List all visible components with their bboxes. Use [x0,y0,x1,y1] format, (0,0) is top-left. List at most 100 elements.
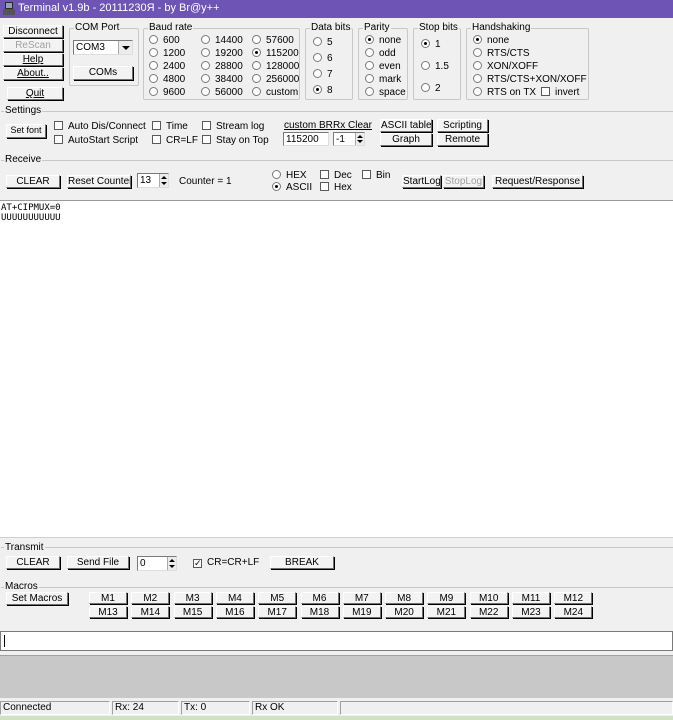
stop-bits-1-radio[interactable]: 1 [421,38,441,50]
macro-m22-button[interactable]: M22 [469,606,508,618]
checkbox-box[interactable] [362,170,371,179]
macro-m1-button[interactable]: M1 [89,592,127,604]
baud-custom-radio[interactable]: custom [252,86,298,98]
coms-button[interactable]: COMs [73,66,133,80]
radio-circle[interactable] [421,83,430,92]
radio-circle[interactable] [201,74,210,83]
handshaking-rts-cts-xon-xoff-radio[interactable]: RTS/CTS+XON/XOFF [473,73,587,85]
radio-circle[interactable] [201,87,210,96]
radio-circle[interactable] [149,61,158,70]
checkbox-box[interactable] [54,135,63,144]
radio-circle[interactable] [149,48,158,57]
handshaking-xon-xoff-radio[interactable]: XON/XOFF [473,60,538,72]
macro-m11-button[interactable]: M11 [512,592,550,604]
request-response-button[interactable]: Request/Response [492,175,583,188]
macro-m15-button[interactable]: M15 [173,606,212,618]
hex-checkbox[interactable]: Hex [320,181,352,193]
radio-circle[interactable] [365,61,374,70]
checkbox-box[interactable] [152,135,161,144]
data-bits-8-radio[interactable]: 8 [313,84,333,96]
parity-space-radio[interactable]: space [365,86,406,98]
baud-19200-radio[interactable]: 19200 [201,47,243,59]
radio-circle[interactable] [313,69,322,78]
data-bits-5-radio[interactable]: 5 [313,36,333,48]
macro-m14-button[interactable]: M14 [131,606,170,618]
macro-m18-button[interactable]: M18 [300,606,339,618]
handshaking-rts-cts-radio[interactable]: RTS/CTS [473,47,530,59]
macro-m16-button[interactable]: M16 [215,606,254,618]
checkbox-box[interactable] [54,121,63,130]
baud-9600-radio[interactable]: 9600 [149,86,185,98]
macro-m10-button[interactable]: M10 [469,592,508,604]
check-icon[interactable]: ✓ [193,559,202,568]
stoplog-button[interactable]: StopLog [443,175,484,188]
reset-counter-button[interactable]: Reset Counter [67,175,131,188]
autostart-script-checkbox[interactable]: AutoStart Script [54,134,138,146]
macro-m13-button[interactable]: M13 [89,606,127,618]
radio-circle[interactable] [473,87,482,96]
auto-dis-connect-checkbox[interactable]: Auto Dis/Connect [54,120,146,132]
baud-600-radio[interactable]: 600 [149,34,180,46]
invert-checkbox[interactable]: invert [541,86,579,98]
macro-m6-button[interactable]: M6 [300,592,339,604]
checkbox-box[interactable] [541,87,550,96]
baud-56000-radio[interactable]: 56000 [201,86,243,98]
set-font-button[interactable]: Set font [6,124,46,138]
radio-circle[interactable] [313,53,322,62]
radio-circle[interactable] [365,48,374,57]
radio-circle[interactable] [365,87,374,96]
checkbox-box[interactable] [320,182,329,191]
baud-128000-radio[interactable]: 128000 [252,60,299,72]
baud-115200-radio[interactable]: 115200 [252,47,299,59]
parity-mark-radio[interactable]: mark [365,73,401,85]
transmit-spinner[interactable]: 0 [137,556,177,571]
radio-circle[interactable] [473,35,482,44]
graph-button[interactable]: Graph [380,133,432,146]
macro-m12-button[interactable]: M12 [554,592,593,604]
checkbox-box[interactable] [202,135,211,144]
radio-circle[interactable] [313,85,322,94]
receive-clear-button[interactable]: CLEAR [6,175,60,188]
radio-circle[interactable] [149,87,158,96]
handshaking-rts-on-tx-radio[interactable]: RTS on TX [473,86,536,98]
spinner-arrows-icon[interactable] [167,557,176,570]
macro-m8-button[interactable]: M8 [385,592,424,604]
macro-m3-button[interactable]: M3 [173,592,212,604]
stop-bits-2-radio[interactable]: 2 [421,82,441,94]
baud-256000-radio[interactable]: 256000 [252,73,299,85]
baud-28800-radio[interactable]: 28800 [201,60,243,72]
radio-circle[interactable] [365,74,374,83]
stop-bits-1-5-radio[interactable]: 1.5 [421,60,449,72]
macro-m7-button[interactable]: M7 [342,592,381,604]
macro-m24-button[interactable]: M24 [554,606,593,618]
ascii-table-button[interactable]: ASCII table [380,119,432,132]
radio-circle[interactable] [201,61,210,70]
chevron-down-icon[interactable] [118,41,132,54]
scripting-button[interactable]: Scripting [437,119,488,132]
radio-circle[interactable] [421,39,430,48]
macro-m23-button[interactable]: M23 [512,606,550,618]
stay-on-top-checkbox[interactable]: Stay on Top [202,134,269,146]
radio-circle[interactable] [272,170,281,179]
baud-4800-radio[interactable]: 4800 [149,73,185,85]
baud-2400-radio[interactable]: 2400 [149,60,185,72]
checkbox-box[interactable] [320,170,329,179]
transmit-input[interactable] [0,631,673,651]
spinner-arrows-icon[interactable] [355,133,364,145]
cr-crlf-checkbox[interactable]: ✓ CR=CR+LF [193,557,259,569]
radio-circle[interactable] [252,35,261,44]
radio-circle[interactable] [149,35,158,44]
macro-m9-button[interactable]: M9 [427,592,466,604]
quit-button[interactable]: Quit [7,87,63,100]
radio-circle[interactable] [252,61,261,70]
ascii-radio[interactable]: ASCII [272,181,312,193]
radio-circle[interactable] [272,182,281,191]
macro-m5-button[interactable]: M5 [258,592,297,604]
checkbox-box[interactable] [152,121,161,130]
startlog-button[interactable]: StartLog [402,175,441,188]
radio-circle[interactable] [365,35,374,44]
receive-text-area[interactable]: AT+CIPMUX=0 UUUUUUUUUUU [0,200,673,538]
baud-38400-radio[interactable]: 38400 [201,73,243,85]
data-bits-6-radio[interactable]: 6 [313,52,333,64]
remote-button[interactable]: Remote [437,133,488,146]
